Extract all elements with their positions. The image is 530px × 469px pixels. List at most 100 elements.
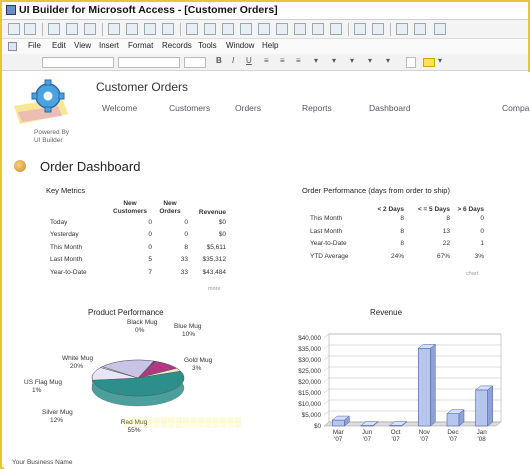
table-cell: $0 <box>218 218 226 226</box>
code-icon[interactable] <box>330 23 342 35</box>
table-cell: 24% <box>390 252 404 260</box>
table-row: Last Month 8 13 0 <box>310 225 484 238</box>
bar <box>418 348 431 427</box>
save-icon[interactable] <box>48 23 60 35</box>
x-tick-label: Jan <box>477 429 488 436</box>
bar <box>446 413 460 427</box>
document-icon[interactable] <box>8 42 17 51</box>
object-select[interactable] <box>42 57 114 68</box>
align-left-icon[interactable]: ≡ <box>264 56 269 65</box>
menu-records[interactable]: Records <box>162 41 192 50</box>
cut-icon[interactable] <box>126 23 138 35</box>
order-performance-table: < 2 Days < = 5 Days > 6 Days This Month … <box>310 200 484 263</box>
table-cell: 33 <box>180 256 188 264</box>
row-label: This Month <box>50 243 83 251</box>
preview-icon[interactable] <box>84 23 96 35</box>
nav-orders[interactable]: Orders <box>235 103 261 113</box>
table-cell: $5,611 <box>206 243 226 251</box>
special-effect-icon[interactable]: ▾ <box>386 56 390 65</box>
table-cell: $0 <box>218 231 226 239</box>
toolbar-separator <box>390 23 391 36</box>
pie-slice-label: Silver Mug <box>42 409 73 416</box>
menu-format[interactable]: Format <box>128 41 153 50</box>
help-icon[interactable] <box>434 23 446 35</box>
underline-icon[interactable]: U <box>246 56 252 65</box>
menu-file[interactable]: File <box>28 41 41 50</box>
pie-slice-label: White Mug <box>62 355 93 362</box>
font-name-select[interactable] <box>118 57 180 68</box>
italic-icon[interactable]: I <box>232 56 234 65</box>
menu-bar: File Edit View Insert Format Records Too… <box>2 39 528 54</box>
table-header <box>310 200 366 213</box>
pie-slice-percent: 20% <box>70 363 83 370</box>
menu-insert[interactable]: Insert <box>99 41 119 50</box>
menu-tools[interactable]: Tools <box>198 41 217 50</box>
table-header: < = 5 Days <box>417 205 450 213</box>
pie-slice-label: US Flag Mug <box>24 379 62 386</box>
copy-icon[interactable] <box>144 23 156 35</box>
fill-color-icon[interactable]: ▾ <box>314 56 318 65</box>
table-cell: 0 <box>148 243 152 251</box>
key-metrics-heading: Key Metrics <box>46 186 86 195</box>
table-cell: 0 <box>480 227 484 235</box>
print-icon[interactable] <box>66 23 78 35</box>
y-tick-label: $25,000 <box>298 368 321 375</box>
key-metrics-more-link[interactable]: more <box>208 286 221 292</box>
table-cell: 22 <box>442 240 450 248</box>
nav-welcome[interactable]: Welcome <box>102 103 137 113</box>
formatting-toolbar: B I U ≡ ≡ ≡ ▾ ▾ ▾ ▾ ▾ ▾ <box>2 54 528 71</box>
watermark-text: ▒▒▒▒▒▒▒▒▒▒▒▒▒▒▒▒ <box>124 417 243 427</box>
sort-asc-icon[interactable] <box>204 23 216 35</box>
align-center-icon[interactable]: ≡ <box>280 56 285 65</box>
highlight-dropdown-icon[interactable]: ▾ <box>438 56 442 65</box>
chart-floor <box>323 421 502 427</box>
order-performance-chart-link[interactable]: chart <box>466 271 478 277</box>
sort-desc-icon[interactable] <box>222 23 234 35</box>
properties-icon[interactable] <box>312 23 324 35</box>
bold-icon[interactable]: B <box>216 56 222 65</box>
toolbar-separator <box>348 23 349 36</box>
font-size-select[interactable] <box>184 57 206 68</box>
y-tick-label: $15,000 <box>298 390 321 397</box>
toolbar-separator <box>42 23 43 36</box>
undo-icon[interactable] <box>186 23 198 35</box>
filter-icon[interactable] <box>240 23 252 35</box>
bar-side <box>487 385 493 427</box>
menu-window[interactable]: Window <box>226 41 254 50</box>
menu-help[interactable]: Help <box>262 41 278 50</box>
view-icon[interactable] <box>8 23 20 35</box>
pie-slice-percent: 55% <box>127 427 140 434</box>
table-header: New Customers <box>113 200 147 215</box>
nav-reports[interactable]: Reports <box>302 103 332 113</box>
line-color-icon[interactable]: ▾ <box>350 56 354 65</box>
paste-icon[interactable] <box>162 23 174 35</box>
spellcheck-icon[interactable] <box>108 23 120 35</box>
query-icon[interactable] <box>414 23 426 35</box>
highlight-color-swatch[interactable] <box>423 58 435 67</box>
delete-record-icon[interactable] <box>294 23 306 35</box>
menu-view[interactable]: View <box>74 41 91 50</box>
window-title: UI Builder for Microsoft Access - [Custo… <box>19 4 278 16</box>
x-tick-label: Oct <box>391 429 401 436</box>
find-icon[interactable] <box>258 23 270 35</box>
border-dropdown[interactable] <box>406 57 416 68</box>
standard-toolbar <box>2 20 528 39</box>
pie-slice-label: Gold Mug <box>184 357 213 364</box>
nav-dashboard[interactable]: Dashboard <box>369 103 411 113</box>
table-icon[interactable] <box>396 23 408 35</box>
table-cell: 8 <box>400 227 404 235</box>
menu-edit[interactable]: Edit <box>52 41 66 50</box>
nav-company[interactable]: Compa <box>502 103 529 113</box>
pie-slice-label: Black Mug <box>127 319 158 326</box>
dropdown-icon[interactable] <box>24 23 36 35</box>
database-window-icon[interactable] <box>354 23 366 35</box>
new-record-icon[interactable] <box>276 23 288 35</box>
nav-customers[interactable]: Customers <box>169 103 210 113</box>
new-object-icon[interactable] <box>372 23 384 35</box>
line-width-icon[interactable]: ▾ <box>368 56 372 65</box>
align-right-icon[interactable]: ≡ <box>296 56 301 65</box>
bar-chart-title: Revenue <box>370 308 403 317</box>
table-cell: 3% <box>474 252 484 260</box>
font-color-icon[interactable]: ▾ <box>332 56 336 65</box>
table-header: < 2 Days <box>377 205 404 213</box>
